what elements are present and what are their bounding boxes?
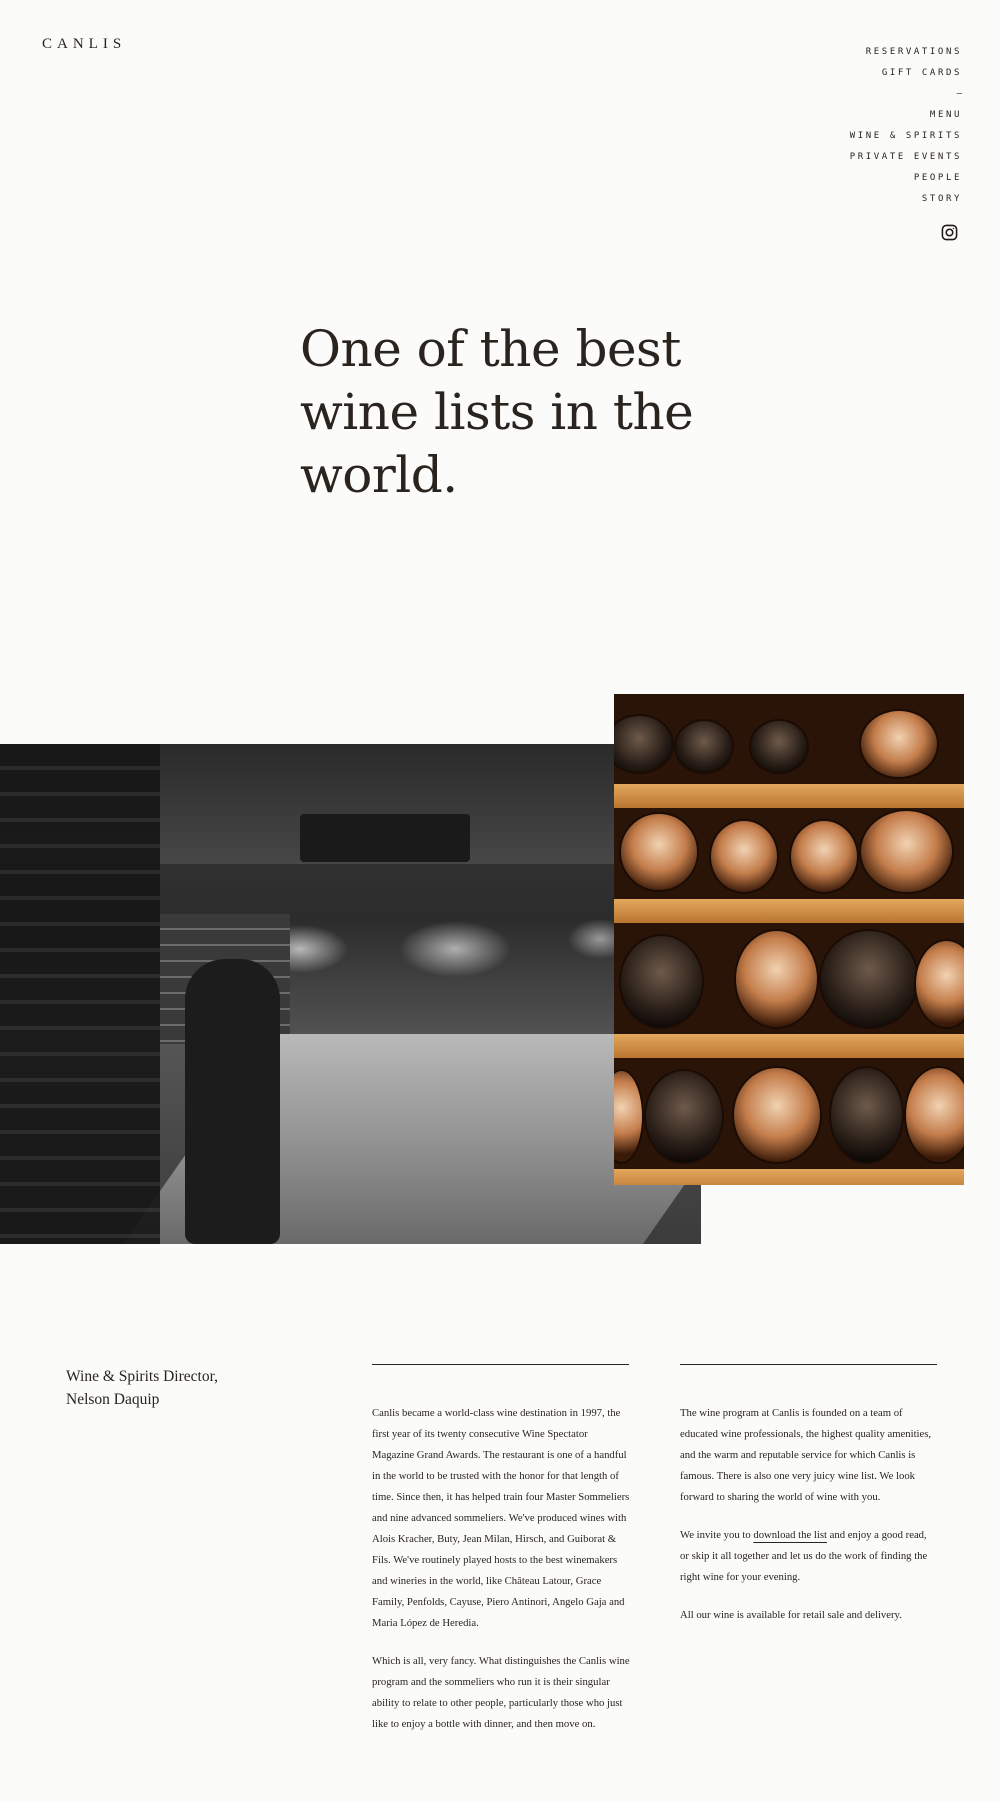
wine-bottle <box>904 1066 964 1164</box>
column-divider <box>680 1364 937 1365</box>
wine-director-credit: Wine & Spirits Director, Nelson Daquip <box>66 1365 218 1411</box>
wine-history-column: Canlis became a world-class wine destina… <box>372 1403 632 1752</box>
wine-bottle <box>914 939 964 1029</box>
invite-text: We invite you to <box>680 1529 754 1541</box>
rack-shelf <box>614 784 964 808</box>
wine-bottle <box>829 1066 904 1164</box>
wine-program-paragraph: The wine program at Canlis is founded on… <box>680 1407 932 1503</box>
canlis-logo[interactable]: CANLIS <box>42 36 126 53</box>
wine-program-column: The wine program at Canlis is founded on… <box>680 1403 938 1643</box>
wine-bottle <box>749 719 809 774</box>
wine-bottle <box>732 1066 822 1164</box>
retail-paragraph: All our wine is available for retail sal… <box>680 1609 902 1621</box>
wine-cellar-photo <box>0 744 701 1244</box>
left-wine-shelf <box>0 744 160 1244</box>
instagram-icon[interactable] <box>941 224 958 241</box>
wine-bottle <box>614 714 674 774</box>
wine-bottle <box>859 709 939 779</box>
nav-reservations[interactable]: RESERVATIONS <box>866 42 962 63</box>
wine-bottle <box>674 719 734 774</box>
nav-gift-cards[interactable]: GIFT CARDS <box>882 63 962 84</box>
hero-title: One of the best wine lists in the world. <box>300 320 694 504</box>
wine-bottle <box>619 812 699 892</box>
sommelier-figure <box>185 959 280 1244</box>
director-name: Nelson Daquip <box>66 1391 160 1408</box>
main-nav: RESERVATIONS GIFT CARDS — MENU WINE & SP… <box>850 42 962 210</box>
column-divider <box>372 1364 629 1365</box>
wine-bottle <box>859 809 954 894</box>
nav-menu[interactable]: MENU <box>930 105 962 126</box>
nav-people[interactable]: PEOPLE <box>914 168 962 189</box>
director-title: Wine & Spirits Director, <box>66 1368 219 1385</box>
wine-bottle <box>819 929 919 1029</box>
wine-philosophy-paragraph: Which is all, very fancy. What distingui… <box>372 1655 630 1730</box>
wine-bottle <box>619 934 704 1029</box>
ceiling-fixture <box>300 814 470 862</box>
rack-shelf <box>614 1034 964 1058</box>
nav-private-events[interactable]: PRIVATE EVENTS <box>850 147 962 168</box>
wine-bottle <box>644 1069 724 1164</box>
nav-wine-spirits[interactable]: WINE & SPIRITS <box>850 126 962 147</box>
wine-bottle <box>709 819 779 894</box>
rack-shelf <box>614 1169 964 1185</box>
wine-bottle <box>789 819 859 894</box>
wine-bottle <box>614 1069 644 1164</box>
rack-shelf <box>614 899 964 923</box>
nav-story[interactable]: STORY <box>922 189 962 210</box>
download-invite-paragraph: We invite you to download the list and e… <box>680 1525 938 1588</box>
wine-racks-photo <box>614 694 964 1185</box>
wine-bottle <box>734 929 819 1029</box>
wine-history-paragraph: Canlis became a world-class wine destina… <box>372 1407 630 1629</box>
bar-counter <box>87 1034 701 1244</box>
nav-separator: — <box>956 89 962 99</box>
download-list-link[interactable]: download the list <box>753 1529 827 1541</box>
